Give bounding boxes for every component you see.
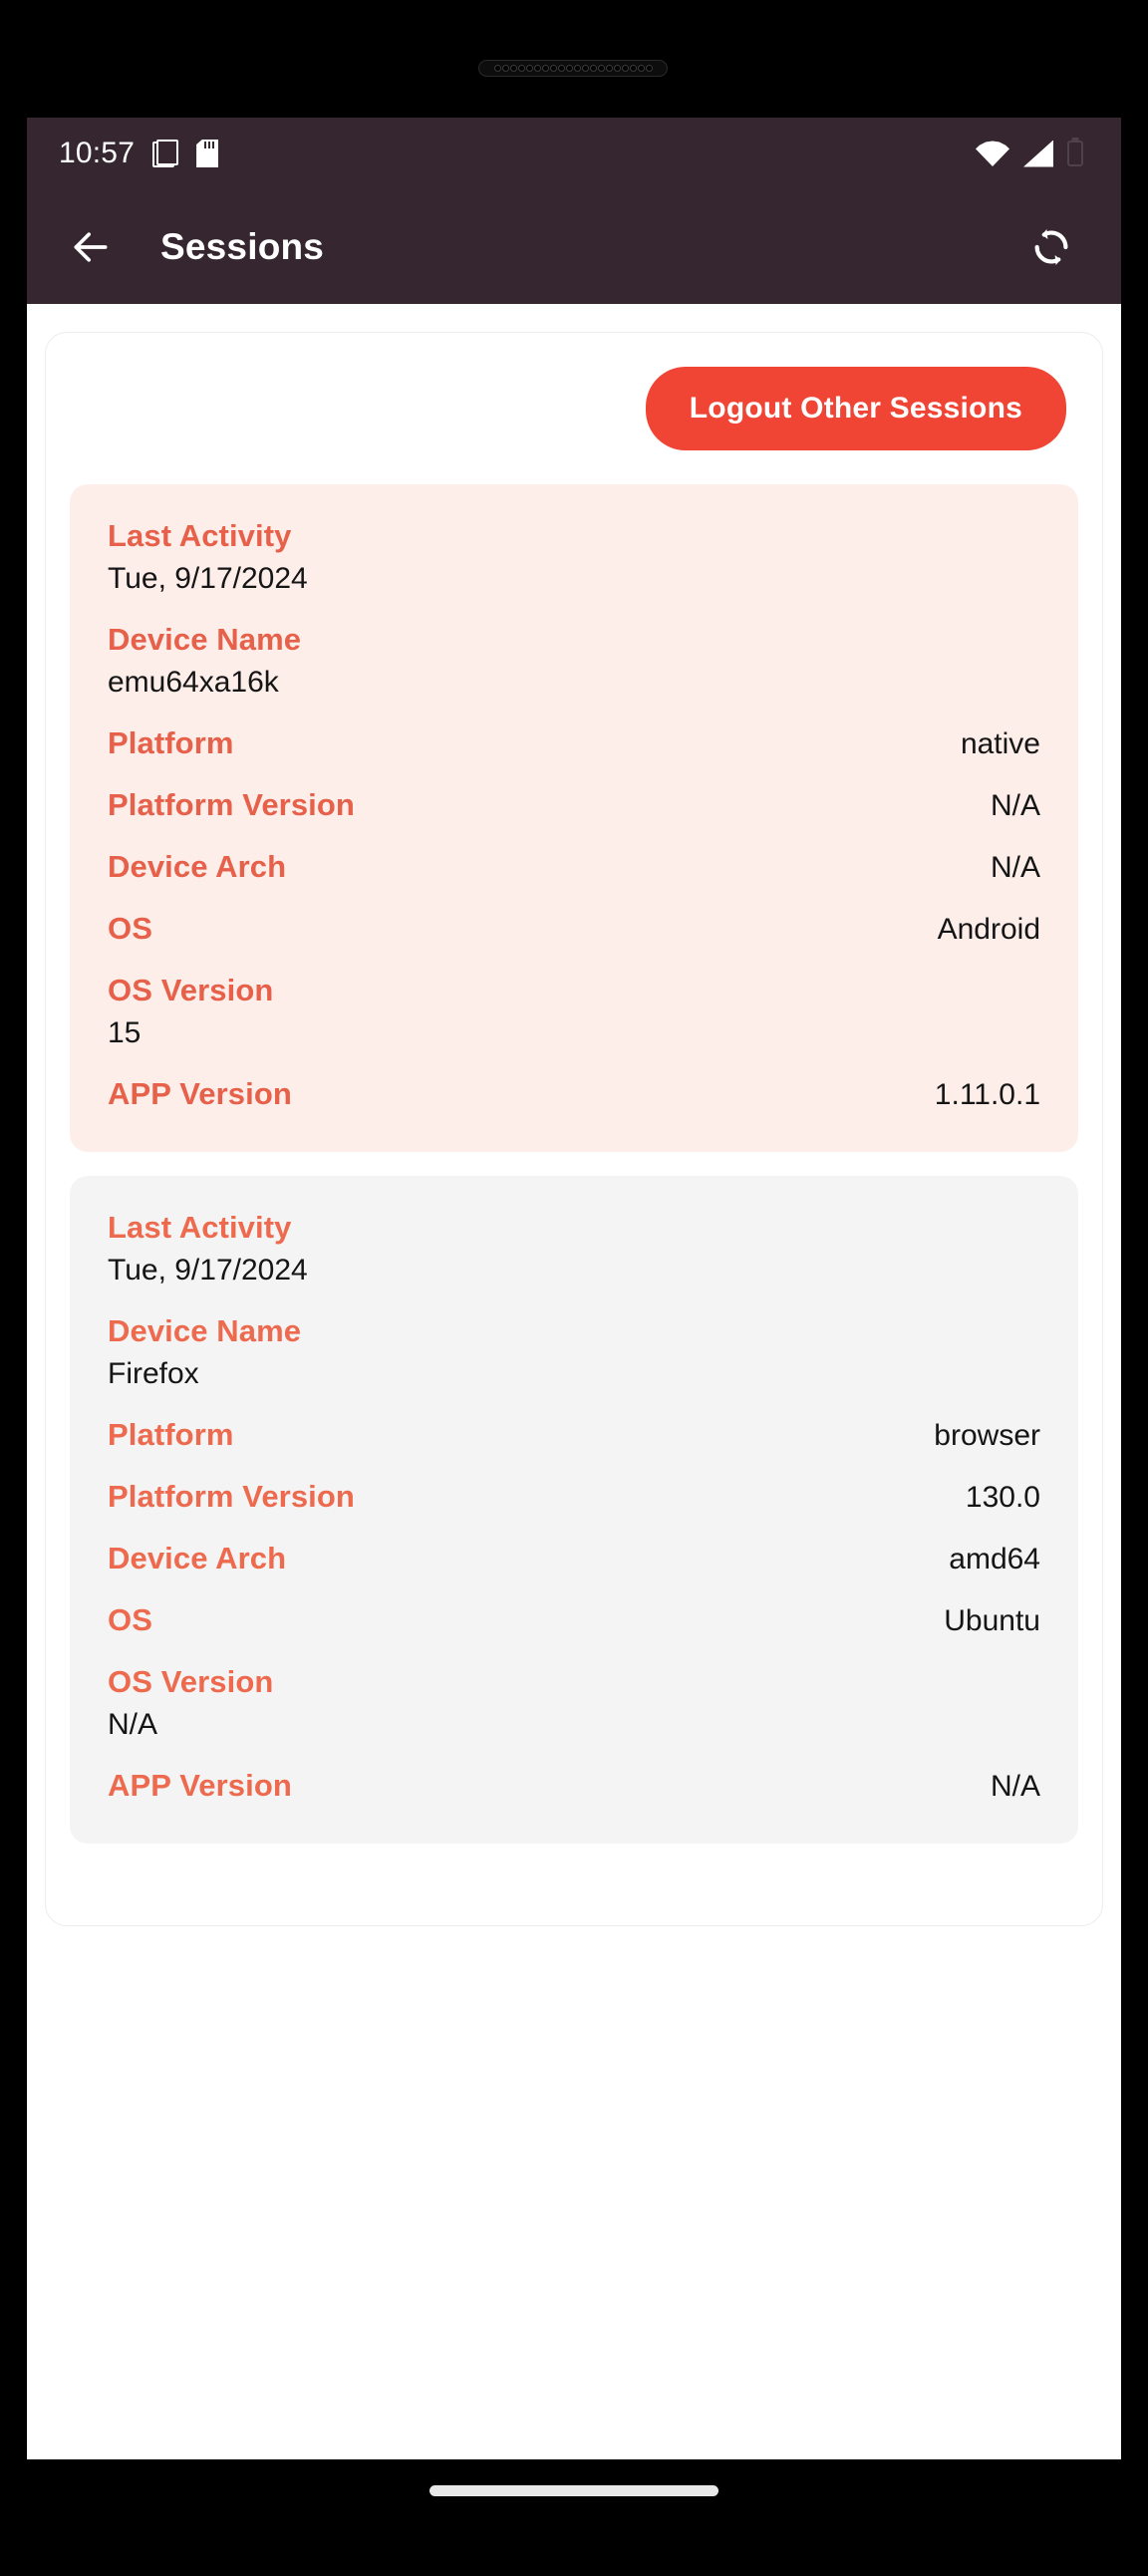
sessions-content: Logout Other Sessions Last Activity Tue,… (27, 304, 1121, 2459)
sessions-panel: Logout Other Sessions Last Activity Tue,… (45, 332, 1103, 1926)
phone-screen: 10:57 Sessions Logout Other Sessions Las… (27, 118, 1121, 2459)
field-label: APP Version (108, 1768, 292, 1803)
field-app-version: APP Version N/A (108, 1768, 1040, 1804)
field-label: OS (108, 1602, 152, 1637)
field-label: Platform Version (108, 1479, 355, 1514)
status-bar-right (976, 140, 1083, 167)
field-label: Last Activity (108, 518, 292, 553)
refresh-button[interactable] (1019, 215, 1083, 279)
field-value: native (960, 727, 1040, 760)
field-os: OS Android (108, 911, 1040, 947)
battery-icon (1067, 141, 1083, 166)
status-bar: 10:57 (27, 118, 1121, 189)
field-label: APP Version (108, 1076, 292, 1111)
field-label: Device Name (108, 622, 302, 657)
phone-device-frame: 10:57 Sessions Logout Other Sessions Las… (0, 0, 1148, 2576)
field-last-activity: Last Activity Tue, 9/17/2024 (108, 1210, 1040, 1288)
app-bar: Sessions (27, 189, 1121, 304)
field-device-arch: Device Arch N/A (108, 849, 1040, 885)
field-label: Last Activity (108, 1210, 292, 1245)
field-value: Tue, 9/17/2024 (108, 1254, 308, 1287)
field-label: OS Version (108, 973, 274, 1007)
home-gesture-pill[interactable] (430, 2484, 718, 2496)
field-os-version: OS Version 15 (108, 973, 1040, 1050)
session-card[interactable]: Last Activity Tue, 9/17/2024 Device Name… (70, 484, 1078, 1152)
field-last-activity: Last Activity Tue, 9/17/2024 (108, 518, 1040, 596)
wifi-icon (976, 141, 1009, 166)
field-value: Android (937, 913, 1040, 946)
field-value: Firefox (108, 1357, 199, 1390)
field-value: 130.0 (965, 1481, 1040, 1514)
field-app-version: APP Version 1.11.0.1 (108, 1076, 1040, 1112)
field-value: Tue, 9/17/2024 (108, 562, 308, 595)
status-bar-clock: 10:57 (59, 137, 136, 169)
field-device-arch: Device Arch amd64 (108, 1541, 1040, 1576)
earpiece-speaker-grille (478, 60, 668, 77)
field-platform-version: Platform Version 130.0 (108, 1479, 1040, 1515)
session-card[interactable]: Last Activity Tue, 9/17/2024 Device Name… (70, 1176, 1078, 1844)
field-label: Device Arch (108, 849, 287, 884)
field-label: OS Version (108, 1664, 274, 1699)
cell-signal-icon (1023, 140, 1053, 167)
field-value: amd64 (949, 1543, 1040, 1575)
field-device-name: Device Name Firefox (108, 1313, 1040, 1391)
field-label: Platform Version (108, 787, 355, 822)
sdcard-icon (196, 140, 219, 167)
field-label: Platform (108, 1417, 234, 1452)
logout-other-sessions-button[interactable]: Logout Other Sessions (645, 367, 1066, 450)
field-device-name: Device Name emu64xa16k (108, 622, 1040, 700)
field-value: N/A (990, 851, 1040, 884)
sync-refresh-icon (1034, 228, 1068, 265)
field-label: Device Name (108, 1313, 302, 1348)
field-platform-version: Platform Version N/A (108, 787, 1040, 823)
field-value: Ubuntu (944, 1604, 1040, 1637)
page-title: Sessions (160, 225, 325, 267)
field-value: 1.11.0.1 (934, 1078, 1040, 1111)
arrow-left-icon (74, 231, 108, 262)
device-top-bezel (0, 0, 1148, 118)
field-value: emu64xa16k (108, 666, 279, 699)
field-label: Device Arch (108, 1541, 287, 1575)
field-value: N/A (990, 1770, 1040, 1803)
system-navigation-bar (27, 2459, 1121, 2521)
field-label: Platform (108, 725, 234, 760)
field-label: OS (108, 911, 152, 946)
field-platform: Platform browser (108, 1417, 1040, 1453)
copy-icon (152, 140, 179, 167)
field-value: 15 (108, 1016, 142, 1049)
field-value: browser (934, 1419, 1040, 1452)
field-value: N/A (108, 1708, 158, 1741)
field-os: OS Ubuntu (108, 1602, 1040, 1638)
status-bar-left: 10:57 (59, 137, 219, 170)
panel-actions: Logout Other Sessions (70, 359, 1078, 460)
field-value: N/A (990, 789, 1040, 822)
field-platform: Platform native (108, 725, 1040, 761)
field-os-version: OS Version N/A (108, 1664, 1040, 1742)
back-button[interactable] (59, 215, 123, 279)
